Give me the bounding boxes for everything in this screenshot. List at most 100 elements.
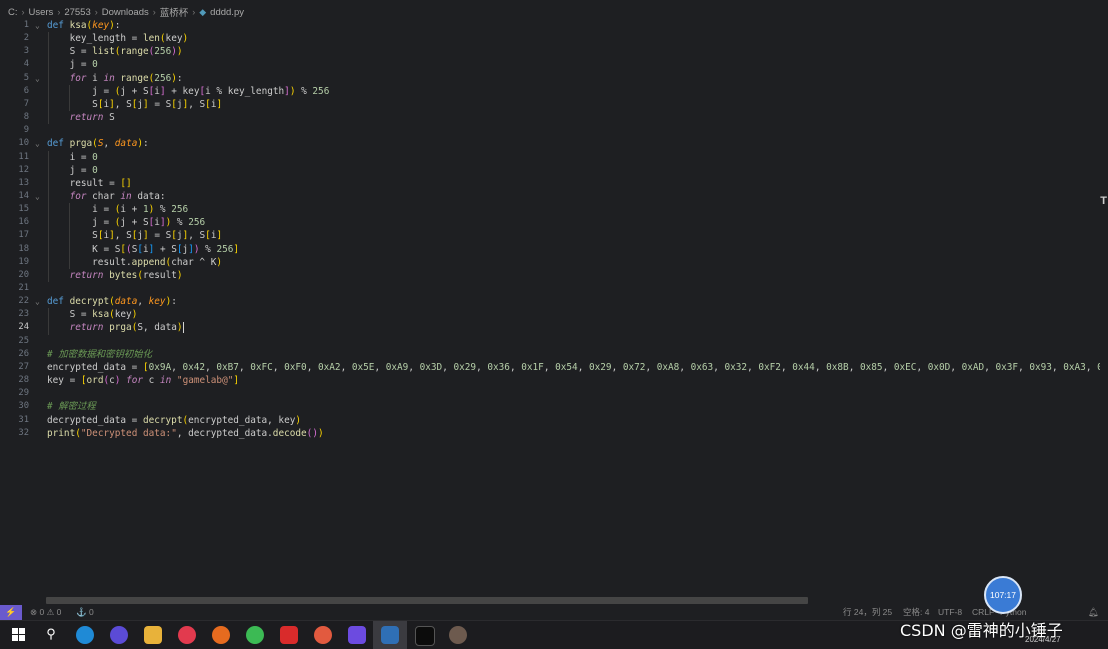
line-number: 15 bbox=[18, 204, 29, 215]
code-line[interactable]: 11 i = 0 bbox=[0, 151, 1100, 164]
code-line[interactable]: 31 decrypted_data = decrypt(encrypted_dat… bbox=[0, 414, 1100, 427]
breadcrumb-folder[interactable]: 蓝桥杯 bbox=[160, 5, 189, 19]
remote-indicator-icon[interactable]: ⚡ bbox=[0, 605, 22, 620]
breadcrumb-drive[interactable]: C: bbox=[8, 7, 18, 18]
code-line[interactable]: 19 result.append(char ^ K) bbox=[0, 256, 1100, 269]
code-text: # 解密过程 bbox=[47, 401, 96, 413]
code-text: K = S[(S[i] + S[j]) % 256] bbox=[47, 243, 240, 255]
media-player-icon[interactable] bbox=[110, 626, 128, 644]
code-text: S = list(range(256)) bbox=[47, 46, 183, 58]
line-number: 14 bbox=[18, 190, 29, 201]
code-text: print("Decrypted data:", decrypted_data.… bbox=[47, 427, 324, 439]
ports-status[interactable]: ⚓ 0 bbox=[76, 605, 94, 620]
fold-chevron-icon[interactable]: ⌄ bbox=[35, 72, 40, 85]
edge-browser-icon[interactable] bbox=[76, 626, 94, 644]
indent-guide bbox=[48, 308, 49, 335]
fold-chevron-icon[interactable]: ⌄ bbox=[35, 19, 40, 32]
avatar-app-icon[interactable] bbox=[449, 626, 467, 644]
chrome-icon[interactable] bbox=[246, 626, 264, 644]
text-cursor bbox=[182, 322, 184, 334]
terminal-icon[interactable] bbox=[415, 626, 435, 646]
code-text: j = (j + S[i] + key[i % key_length]) % 2… bbox=[47, 85, 330, 97]
code-line[interactable]: 2 key_length = len(key) bbox=[0, 32, 1100, 45]
code-line[interactable]: 16 j = (j + S[i]) % 256 bbox=[0, 216, 1100, 229]
code-line[interactable]: 22 ⌄ def decrypt(data, key): bbox=[0, 295, 1100, 308]
line-number: 16 bbox=[18, 217, 29, 228]
notification-bell-icon[interactable]: 🔔︎ bbox=[1088, 605, 1099, 620]
code-text: j = (j + S[i]) % 256 bbox=[47, 217, 206, 229]
line-number: 30 bbox=[18, 401, 29, 412]
line-number: 12 bbox=[18, 164, 29, 175]
errors-status[interactable]: ⊗ 0 ⚠ 0 bbox=[30, 605, 61, 620]
code-line[interactable]: 24 return prga(S, data) bbox=[0, 321, 1100, 334]
code-line[interactable]: 9 bbox=[0, 124, 1100, 137]
breadcrumb-file[interactable]: dddd.py bbox=[210, 7, 244, 18]
side-panel-letter: T bbox=[1100, 195, 1107, 207]
fold-chevron-icon[interactable]: ⌄ bbox=[35, 137, 40, 150]
code-line[interactable]: 3 S = list(range(256)) bbox=[0, 45, 1100, 58]
code-line[interactable]: 10 ⌄ def prga(S, data): bbox=[0, 137, 1100, 150]
line-number: 7 bbox=[23, 98, 29, 109]
code-line[interactable]: 23 S = ksa(key) bbox=[0, 308, 1100, 321]
code-line[interactable]: 17 S[i], S[j] = S[j], S[i] bbox=[0, 229, 1100, 242]
line-number: 24 bbox=[18, 322, 29, 333]
breadcrumb-downloads[interactable]: Downloads bbox=[102, 7, 149, 18]
code-line[interactable]: 32 print("Decrypted data:", decrypted_dat… bbox=[0, 427, 1100, 440]
code-line[interactable]: 14 ⌄ for char in data: bbox=[0, 190, 1100, 203]
lightning-app-icon[interactable] bbox=[348, 626, 366, 644]
code-line[interactable]: 12 j = 0 bbox=[0, 164, 1100, 177]
line-number: 20 bbox=[18, 269, 29, 280]
error-icon: ⊗ bbox=[30, 607, 38, 617]
fold-chevron-icon[interactable]: ⌄ bbox=[35, 190, 40, 203]
line-number: 3 bbox=[23, 46, 29, 57]
app-icon[interactable] bbox=[314, 626, 332, 644]
code-line[interactable]: 7 S[i], S[j] = S[j], S[i] bbox=[0, 98, 1100, 111]
file-explorer-icon[interactable] bbox=[144, 626, 162, 644]
code-text: S[i], S[j] = S[j], S[i] bbox=[47, 98, 223, 110]
horizontal-scrollbar[interactable] bbox=[46, 597, 808, 604]
code-line[interactable]: 25 bbox=[0, 335, 1100, 348]
line-number: 19 bbox=[18, 256, 29, 267]
code-line[interactable]: 27 encrypted_data = [0x9A, 0x42, 0xB7, 0x… bbox=[0, 361, 1100, 374]
indent-guide bbox=[69, 84, 70, 112]
csdn-watermark: CSDN @雷神的小锤子 bbox=[900, 621, 1063, 640]
indent-guide bbox=[48, 150, 49, 282]
code-line[interactable]: 5 ⌄ for i in range(256): bbox=[0, 72, 1100, 85]
fold-chevron-icon[interactable]: ⌄ bbox=[35, 295, 40, 308]
breadcrumb-user[interactable]: 27553 bbox=[64, 7, 90, 18]
code-text: return prga(S, data) bbox=[69, 322, 184, 334]
code-line[interactable]: 29 bbox=[0, 387, 1100, 400]
code-line[interactable]: 28 key = [ord(c) for c in "gamelab@"] bbox=[0, 374, 1100, 387]
line-number: 5 bbox=[23, 72, 29, 83]
code-line[interactable]: 18 K = S[(S[i] + S[j]) % 256] bbox=[0, 243, 1100, 256]
search-icon[interactable]: ⚲ bbox=[42, 626, 60, 644]
code-line[interactable]: 20 return bytes(result) bbox=[0, 269, 1100, 282]
code-text: # 加密数据和密钥初始化 bbox=[47, 348, 153, 360]
wps-icon[interactable] bbox=[280, 626, 298, 644]
code-text: result.append(char ^ K) bbox=[47, 256, 223, 268]
code-line[interactable]: 30 # 解密过程 bbox=[0, 400, 1100, 413]
cursor-position[interactable]: 行 24，列 25 bbox=[843, 605, 892, 620]
windows-start-icon[interactable] bbox=[10, 626, 28, 644]
broadcast-icon: ⚓ bbox=[76, 607, 87, 617]
code-line[interactable]: 1 ⌄ def ksa(key): bbox=[0, 19, 1100, 32]
code-line[interactable]: 13 result = [] bbox=[0, 177, 1100, 190]
code-line[interactable]: 15 i = (i + 1) % 256 bbox=[0, 203, 1100, 216]
code-editor[interactable]: 1 ⌄ def ksa(key): 2 key_length = len(key) 3 … bbox=[0, 19, 1100, 599]
code-line[interactable]: 6 j = (j + S[i] + key[i % key_length]) %… bbox=[0, 85, 1100, 98]
code-text: return bytes(result) bbox=[69, 269, 183, 281]
code-line[interactable]: 8 return S bbox=[0, 111, 1100, 124]
code-line[interactable]: 26 # 加密数据和密钥初始化 bbox=[0, 348, 1100, 361]
netease-music-icon[interactable] bbox=[178, 626, 196, 644]
firefox-icon[interactable] bbox=[212, 626, 230, 644]
code-text: encrypted_data = [0x9A, 0x42, 0xB7, 0xFC… bbox=[47, 361, 1100, 373]
warning-count: 0 bbox=[56, 607, 62, 617]
code-line[interactable]: 4 j = 0 bbox=[0, 58, 1100, 71]
line-number: 25 bbox=[18, 335, 29, 346]
code-line[interactable]: 21 bbox=[0, 282, 1100, 295]
line-number: 28 bbox=[18, 375, 29, 386]
vscode-icon[interactable] bbox=[381, 626, 399, 644]
code-text: return S bbox=[69, 112, 115, 124]
line-number: 11 bbox=[18, 151, 29, 162]
breadcrumb-users[interactable]: Users bbox=[29, 7, 54, 18]
